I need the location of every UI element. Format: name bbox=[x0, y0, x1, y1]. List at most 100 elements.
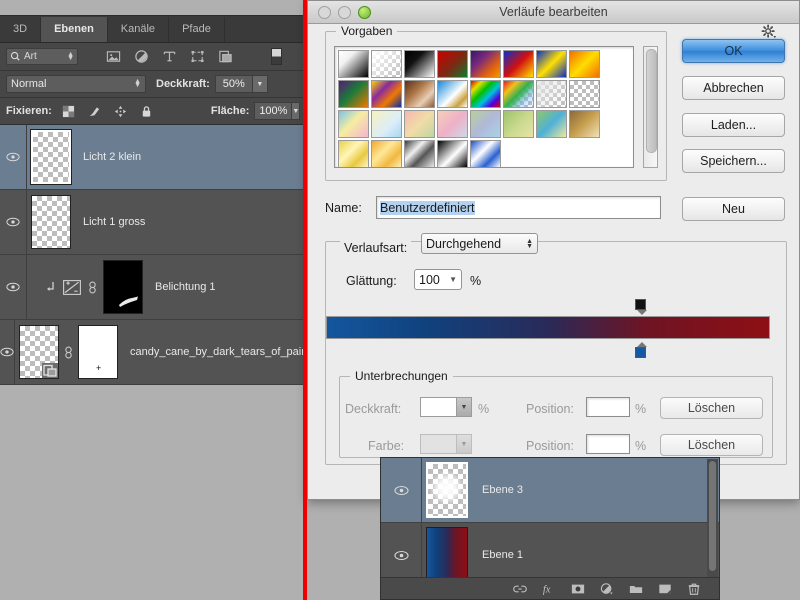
preset-swatch[interactable] bbox=[437, 50, 468, 78]
layer-thumbnail[interactable] bbox=[31, 195, 71, 249]
preset-swatch[interactable] bbox=[338, 140, 369, 167]
preset-swatch[interactable] bbox=[503, 80, 534, 108]
cancel-button[interactable]: Abbrechen bbox=[682, 76, 785, 100]
ok-button[interactable]: OK bbox=[682, 39, 785, 63]
break-color-swatch[interactable]: ▼ bbox=[420, 434, 472, 454]
opacity-value[interactable]: 50% bbox=[214, 75, 253, 93]
fill-value[interactable]: 100% bbox=[254, 102, 293, 120]
preset-swatch[interactable] bbox=[470, 50, 501, 78]
link-icon[interactable] bbox=[88, 281, 97, 294]
delete-color-stop-button[interactable]: Löschen bbox=[660, 434, 763, 456]
layer-row[interactable]: + candy_cane_by_dark_tears_of_pain bbox=[0, 320, 307, 385]
delete-layer-icon[interactable] bbox=[687, 582, 701, 596]
layer-visibility-toggle[interactable] bbox=[381, 458, 422, 522]
adjustment-layer-icon[interactable] bbox=[600, 582, 614, 596]
layer-row[interactable]: Belichtung 1 bbox=[0, 255, 304, 320]
link-icon[interactable] bbox=[64, 346, 73, 359]
lock-image-icon[interactable] bbox=[88, 105, 101, 118]
lock-all-icon[interactable] bbox=[140, 105, 153, 118]
lock-transparency-icon[interactable] bbox=[62, 105, 75, 118]
chevron-down-icon[interactable]: ▼ bbox=[449, 275, 457, 284]
preset-swatch[interactable] bbox=[503, 50, 534, 78]
floating-panel-scrollbar[interactable] bbox=[707, 459, 718, 577]
preset-swatch[interactable] bbox=[404, 110, 435, 138]
opacity-dropdown-icon[interactable]: ▼ bbox=[252, 75, 268, 93]
filter-toggle-icon[interactable] bbox=[271, 48, 282, 65]
new-layer-icon[interactable] bbox=[658, 582, 672, 596]
preset-swatch[interactable] bbox=[536, 80, 567, 108]
smoothness-input[interactable]: 100 ▼ bbox=[414, 269, 462, 290]
preset-swatch[interactable] bbox=[569, 110, 600, 138]
color-stop-start[interactable] bbox=[635, 342, 648, 358]
dialog-title-bar[interactable]: Verläufe bearbeiten bbox=[308, 1, 799, 24]
layer-row[interactable]: Licht 1 gross bbox=[0, 190, 304, 255]
save-button[interactable]: Speichern... bbox=[682, 149, 785, 173]
scrollbar-thumb[interactable] bbox=[709, 461, 716, 571]
layer-name[interactable]: Ebene 3 bbox=[482, 484, 523, 496]
preset-swatch[interactable] bbox=[437, 110, 468, 138]
type-layer-icon[interactable] bbox=[162, 49, 177, 64]
preset-swatch[interactable] bbox=[470, 140, 501, 167]
chevron-updown-icon[interactable]: ▲ ▼ bbox=[134, 78, 141, 89]
preset-swatch[interactable] bbox=[569, 80, 600, 108]
tab-pfade[interactable]: Pfade bbox=[169, 17, 225, 42]
layer-name[interactable]: Licht 1 gross bbox=[83, 216, 145, 228]
preset-swatch[interactable] bbox=[536, 50, 567, 78]
tab-kanaele[interactable]: Kanäle bbox=[108, 17, 170, 42]
preset-scrollbar-thumb[interactable] bbox=[646, 49, 657, 153]
tab-ebenen[interactable]: Ebenen bbox=[41, 17, 108, 42]
preset-swatch[interactable] bbox=[437, 140, 468, 167]
blend-mode-select[interactable]: Normal ▲ ▼ bbox=[6, 75, 146, 93]
layer-style-fx-icon[interactable]: fx bbox=[542, 582, 556, 596]
layer-visibility-toggle[interactable] bbox=[0, 255, 27, 319]
layer-thumbnail[interactable] bbox=[426, 527, 468, 583]
smart-object-icon[interactable] bbox=[218, 49, 233, 64]
floating-layer-row[interactable]: Ebene 3 bbox=[381, 458, 719, 523]
pixel-layer-icon[interactable] bbox=[106, 49, 121, 64]
preset-swatch[interactable] bbox=[404, 50, 435, 78]
preset-scrollbar[interactable] bbox=[643, 46, 658, 168]
load-button[interactable]: Laden... bbox=[682, 113, 785, 137]
preset-swatch[interactable] bbox=[503, 110, 534, 138]
layer-visibility-toggle[interactable] bbox=[0, 190, 27, 254]
break-opacity-input[interactable]: ▼ bbox=[420, 397, 472, 417]
preset-swatch[interactable] bbox=[338, 50, 369, 78]
layer-mask-thumbnail[interactable] bbox=[103, 260, 143, 314]
layer-mask-thumbnail[interactable]: + bbox=[78, 325, 118, 379]
gradient-preview-bar[interactable] bbox=[326, 316, 770, 339]
preset-swatch[interactable] bbox=[371, 80, 402, 108]
layer-name[interactable]: candy_cane_by_dark_tears_of_pain bbox=[130, 346, 307, 358]
shape-layer-icon[interactable] bbox=[190, 49, 205, 64]
break-position-input-2[interactable] bbox=[586, 434, 630, 454]
layer-name[interactable]: Belichtung 1 bbox=[155, 281, 216, 293]
layer-row[interactable]: Licht 2 klein bbox=[0, 125, 304, 190]
layer-name[interactable]: Ebene 1 bbox=[482, 549, 523, 561]
chevron-updown-icon[interactable]: ▲ ▼ bbox=[67, 51, 74, 62]
preset-swatch[interactable] bbox=[338, 80, 369, 108]
preset-swatch[interactable] bbox=[569, 50, 600, 78]
chevron-down-icon[interactable]: ▼ bbox=[456, 398, 471, 416]
preset-swatch[interactable] bbox=[536, 110, 567, 138]
layer-visibility-toggle[interactable] bbox=[0, 125, 27, 189]
preset-swatch[interactable] bbox=[371, 50, 402, 78]
preset-swatch[interactable] bbox=[371, 140, 402, 167]
new-button[interactable]: Neu bbox=[682, 197, 785, 221]
new-group-icon[interactable] bbox=[629, 582, 643, 596]
tab-3d[interactable]: 3D bbox=[0, 17, 42, 42]
lock-position-icon[interactable] bbox=[114, 105, 127, 118]
adjustment-layer-icon[interactable] bbox=[134, 49, 149, 64]
layer-thumbnail[interactable] bbox=[19, 325, 59, 379]
layer-visibility-toggle[interactable] bbox=[0, 320, 15, 384]
exposure-icon[interactable] bbox=[63, 279, 81, 295]
preset-swatch-list[interactable] bbox=[334, 46, 634, 168]
preset-swatch[interactable] bbox=[404, 80, 435, 108]
layer-name[interactable]: Licht 2 klein bbox=[83, 151, 141, 163]
preset-swatch[interactable] bbox=[437, 80, 468, 108]
preset-swatch[interactable] bbox=[338, 110, 369, 138]
fill-dropdown-icon[interactable]: ▼ bbox=[292, 102, 301, 120]
gear-icon[interactable] bbox=[761, 24, 777, 40]
layer-mask-icon[interactable] bbox=[571, 582, 585, 596]
gradient-type-select[interactable]: Durchgehend ▲ ▼ bbox=[421, 233, 538, 254]
preset-swatch[interactable] bbox=[470, 80, 501, 108]
delete-opacity-stop-button[interactable]: Löschen bbox=[660, 397, 763, 419]
